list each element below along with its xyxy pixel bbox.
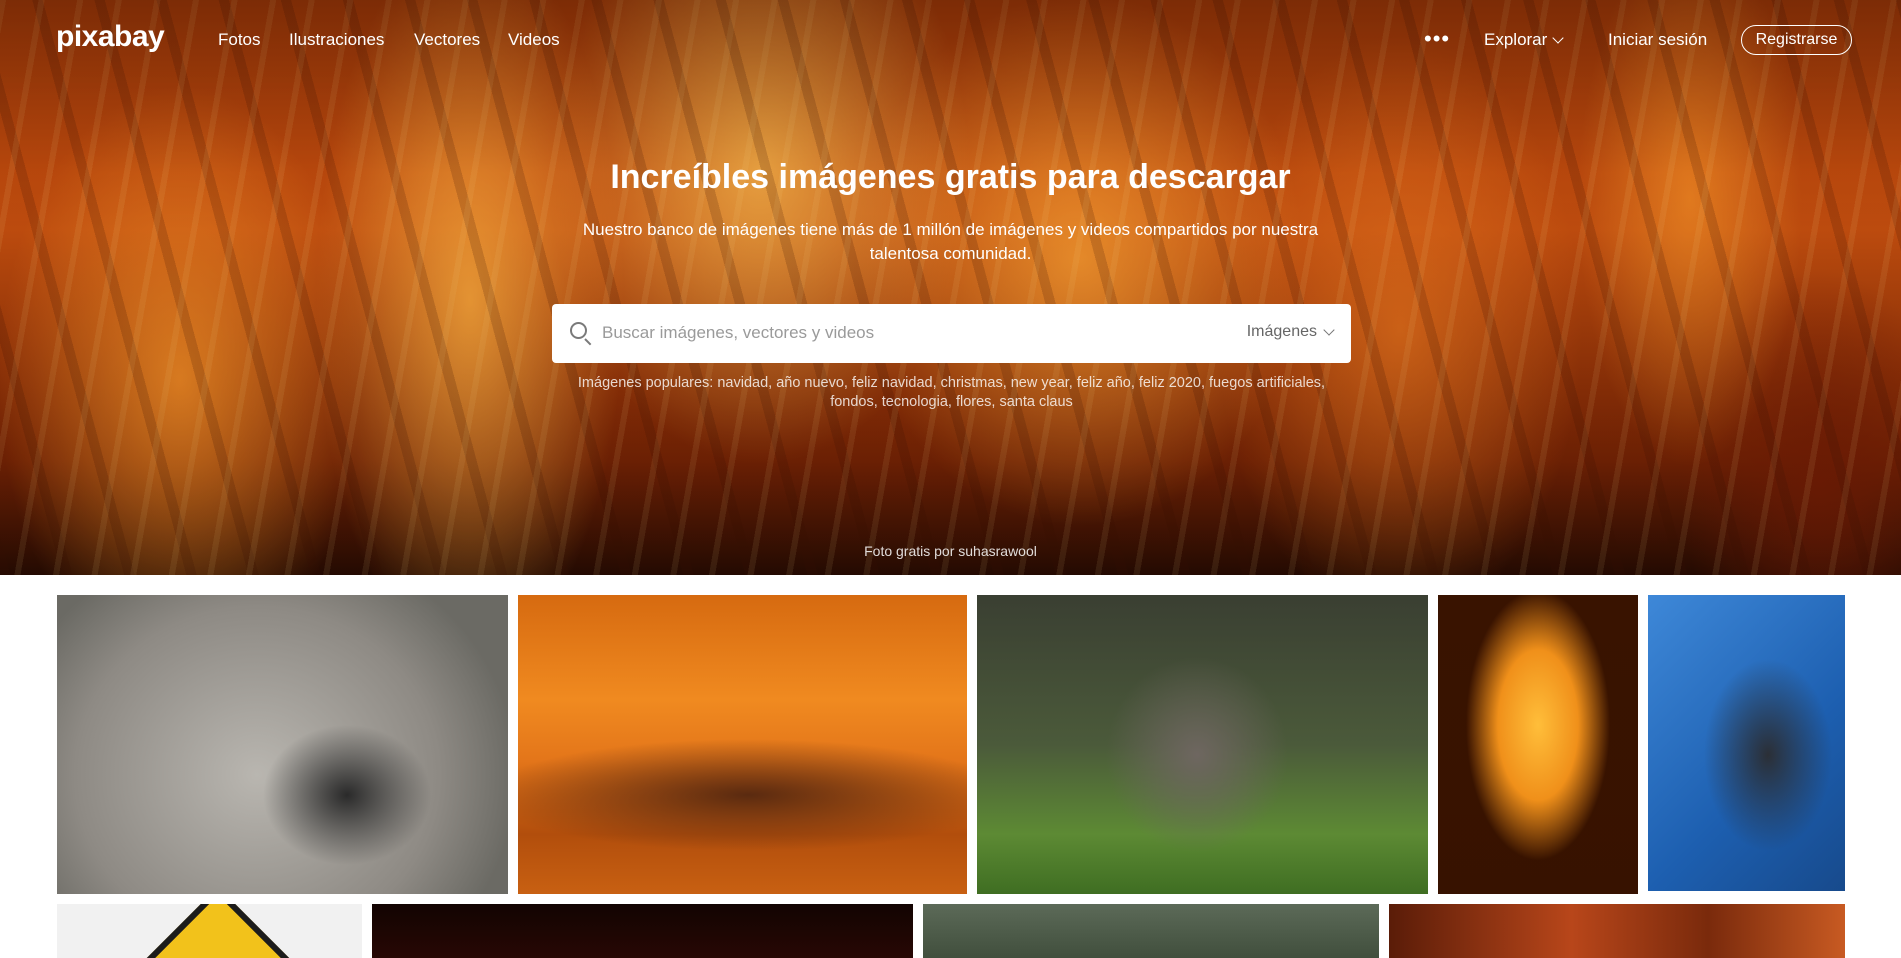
search-input[interactable] [602,316,1262,350]
search-type-label: Imágenes [1246,323,1317,340]
nav-link-fotos[interactable]: Fotos [218,30,261,50]
login-link[interactable]: Iniciar sesión [1608,30,1707,50]
register-button[interactable]: Registrarse [1741,25,1852,55]
explore-dropdown[interactable]: Explorar [1484,30,1564,50]
gallery-image-firefighter-mask[interactable] [1648,595,1845,891]
chevron-down-icon [1323,323,1335,336]
gallery-image-forest[interactable] [923,904,1379,958]
search-bar: Imágenes [552,304,1351,363]
search-icon[interactable] [570,322,587,339]
hero-title: Increíbles imágenes gratis para descarga… [610,158,1291,196]
gallery-image-forest-fire[interactable] [1389,904,1845,958]
gallery-image-koala[interactable] [57,595,508,894]
search-type-dropdown[interactable]: Imágenes [1246,323,1335,341]
pixabay-logo[interactable]: pixabay [56,20,165,54]
gallery-image-warning-sign[interactable] [57,904,362,958]
top-navigation: pixabay Fotos Ilustraciones Vectores Vid… [0,0,1901,82]
gallery-image-dark-fire[interactable] [372,904,913,958]
photo-credit[interactable]: Foto gratis por suhasrawool [0,543,1901,559]
image-gallery [0,0,1901,958]
nav-link-videos[interactable]: Videos [508,30,560,50]
gallery-image-kangaroos[interactable] [977,595,1428,894]
gallery-image-fire-log[interactable] [518,595,967,894]
popular-searches[interactable]: Imágenes populares: navidad, año nuevo, … [560,374,1343,412]
gallery-image-firefighter-silhouette[interactable] [1438,595,1638,894]
explore-label: Explorar [1484,30,1548,49]
nav-link-vectores[interactable]: Vectores [414,30,480,50]
hero-subtitle: Nuestro banco de imágenes tiene más de 1… [582,220,1319,263]
ellipsis-icon[interactable]: ••• [1424,26,1450,52]
nav-link-ilustraciones[interactable]: Ilustraciones [289,30,384,50]
chevron-down-icon [1552,31,1564,44]
